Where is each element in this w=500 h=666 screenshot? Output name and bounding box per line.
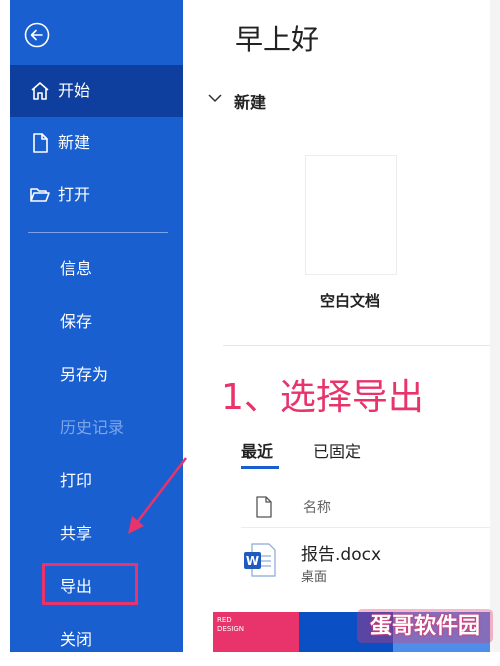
sidebar-item-save-as[interactable]: 另存为: [10, 349, 183, 401]
new-section-title: 新建: [234, 93, 267, 112]
sidebar-item-label: 开始: [58, 81, 91, 100]
sidebar-item-label: 打印: [60, 471, 93, 490]
sidebar-item-info[interactable]: 信息: [10, 243, 183, 295]
sidebar-item-label: 保存: [60, 312, 93, 331]
sidebar-item-save[interactable]: 保存: [10, 296, 183, 348]
file-location: 桌面: [301, 570, 328, 585]
column-header-name[interactable]: 名称: [303, 497, 331, 517]
sidebar-item-label: 共享: [60, 524, 93, 543]
svg-text:W: W: [246, 554, 259, 568]
sidebar-item-label: 关闭: [60, 630, 93, 649]
sidebar-item-close[interactable]: 关闭: [10, 614, 183, 666]
sidebar-item-label: 另存为: [60, 365, 109, 384]
tab-active-indicator: [241, 466, 279, 469]
header-divider: [241, 527, 500, 528]
watermark-text: 蛋哥软件园: [369, 614, 480, 639]
back-arrow-circle-icon[interactable]: [24, 22, 50, 48]
blank-document-template[interactable]: [305, 155, 397, 275]
main-panel: 早上好 新建 空白文档 1、选择导出 最近 已固定 名称 W 报告.docx 桌…: [183, 0, 500, 652]
sidebar-item-label: 历史记录: [60, 418, 125, 437]
sidebar-item-history: 历史记录: [10, 402, 183, 454]
chevron-down-icon[interactable]: [205, 88, 225, 108]
backstage-sidebar: 开始 新建 打开 信息 保存 另存为 历史记录 打印 共享 导出 关闭: [10, 0, 183, 652]
sidebar-item-label: 打开: [58, 185, 91, 204]
section-divider: [223, 345, 493, 346]
annotation-text: 1、选择导出: [221, 377, 424, 418]
sidebar-item-open[interactable]: 打开: [10, 169, 183, 221]
open-folder-icon: [30, 188, 50, 202]
sidebar-item-print[interactable]: 打印: [10, 455, 183, 507]
sidebar-item-home[interactable]: 开始: [10, 65, 183, 117]
greeting-title: 早上好: [235, 23, 320, 56]
file-type-header-icon: [256, 496, 272, 518]
thumbnail-red-design: RED DESIGN: [213, 612, 299, 652]
word-icon: W: [244, 543, 276, 577]
sidebar-item-label: 新建: [58, 133, 91, 152]
blank-document-label[interactable]: 空白文档: [320, 290, 380, 311]
tab-recent[interactable]: 最近: [241, 438, 273, 462]
sidebar-divider: [28, 232, 168, 233]
new-document-icon: [33, 133, 48, 153]
file-name: 报告.docx: [301, 545, 382, 565]
sidebar-item-label: 信息: [60, 259, 93, 278]
sidebar-item-new[interactable]: 新建: [10, 117, 183, 169]
export-highlight-box: [42, 563, 138, 605]
scroll-edge: [490, 0, 500, 652]
tab-pinned[interactable]: 已固定: [313, 438, 361, 462]
home-icon: [31, 82, 49, 100]
sidebar-item-share[interactable]: 共享: [10, 508, 183, 560]
